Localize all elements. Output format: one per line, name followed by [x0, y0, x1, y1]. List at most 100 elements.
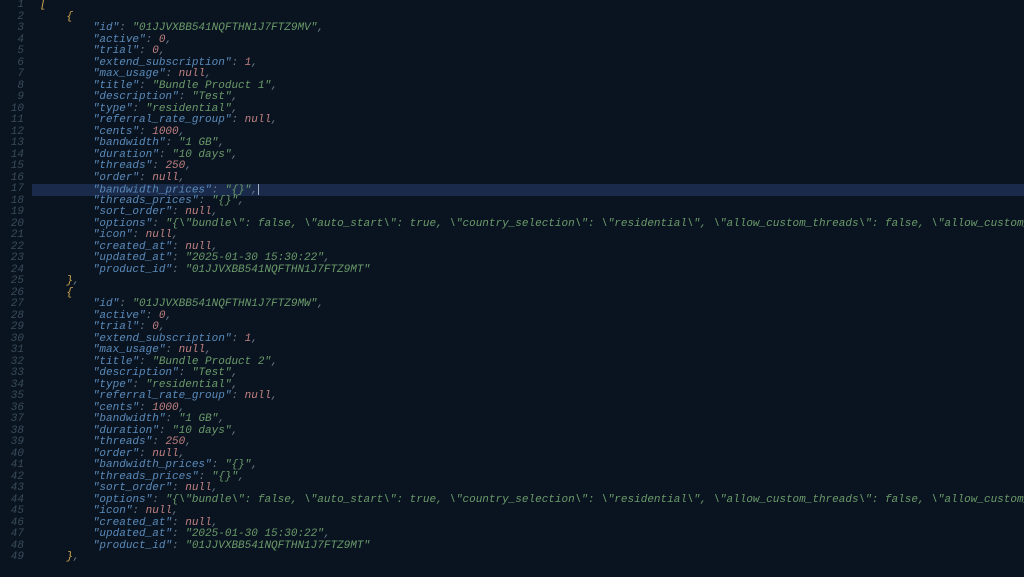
- line-number: 11: [0, 115, 24, 127]
- token-punct: :: [172, 206, 185, 218]
- token-key: "sort_order": [93, 206, 172, 218]
- token-punct: :: [198, 195, 211, 207]
- token-punct: :: [172, 264, 185, 276]
- token-key: "product_id": [93, 264, 172, 276]
- token-punct: :: [139, 321, 152, 333]
- code-line[interactable]: [: [32, 0, 1024, 12]
- code-line[interactable]: },: [32, 276, 1024, 288]
- code-line[interactable]: "product_id": "01JJVXBB541NQFTHN1J7FTZ9M…: [32, 541, 1024, 553]
- token-str: "{\"bundle\": false, \"auto_start\": tru…: [165, 218, 1024, 230]
- code-line[interactable]: "product_id": "01JJVXBB541NQFTHN1J7FTZ9M…: [32, 265, 1024, 277]
- token-num: 1000: [152, 126, 178, 138]
- token-punct: :: [179, 91, 192, 103]
- code-line[interactable]: },: [32, 552, 1024, 564]
- token-null: null: [185, 517, 211, 529]
- token-punct: :: [172, 241, 185, 253]
- token-key: "icon": [93, 229, 133, 241]
- code-content[interactable]: [ { "id": "01JJVXBB541NQFTHN1J7FTZ9MV", …: [32, 0, 1024, 577]
- token-key: "icon": [93, 505, 133, 517]
- token-punct: ,: [179, 402, 186, 414]
- token-punct: ,: [179, 126, 186, 138]
- token-punct: ,: [271, 114, 278, 126]
- token-key: "description": [93, 91, 179, 103]
- token-punct: :: [152, 160, 165, 172]
- token-punct: :: [152, 218, 165, 230]
- token-punct: :: [165, 344, 178, 356]
- token-punct: ,: [324, 528, 331, 540]
- token-key: "threads": [93, 160, 152, 172]
- token-null: null: [185, 482, 211, 494]
- token-str: "01JJVXBB541NQFTHN1J7FTZ9MT": [185, 540, 370, 552]
- token-str: "1 GB": [179, 137, 219, 149]
- token-str: "1 GB": [179, 413, 219, 425]
- line-number: 7: [0, 69, 24, 81]
- token-key: "trial": [93, 321, 139, 333]
- token-brace: {: [66, 11, 73, 23]
- code-line[interactable]: "id": "01JJVXBB541NQFTHN1J7FTZ9MW",: [32, 299, 1024, 311]
- token-punct: :: [132, 229, 145, 241]
- token-key: "bandwidth": [93, 413, 166, 425]
- token-punct: :: [139, 356, 152, 368]
- token-key: "max_usage": [93, 68, 166, 80]
- token-punct: ,: [212, 206, 219, 218]
- token-punct: :: [172, 482, 185, 494]
- token-punct: ,: [218, 137, 225, 149]
- code-line[interactable]: "active": 0,: [32, 35, 1024, 47]
- token-punct: :: [139, 172, 152, 184]
- token-punct: ,: [231, 425, 238, 437]
- line-number: 49: [0, 552, 24, 564]
- token-str: "10 days": [172, 425, 231, 437]
- token-null: null: [185, 206, 211, 218]
- code-line[interactable]: "active": 0,: [32, 311, 1024, 323]
- token-null: null: [185, 241, 211, 253]
- token-str: "2025-01-30 15:30:22": [185, 528, 324, 540]
- token-str: "01JJVXBB541NQFTHN1J7FTZ9MT": [185, 264, 370, 276]
- line-number: 3: [0, 23, 24, 35]
- token-str: "residential": [146, 379, 232, 391]
- token-punct: ,: [212, 241, 219, 253]
- line-number: 17: [0, 184, 24, 196]
- token-key: "title": [93, 356, 139, 368]
- token-punct: :: [132, 379, 145, 391]
- code-line[interactable]: "id": "01JJVXBB541NQFTHN1J7FTZ9MV",: [32, 23, 1024, 35]
- token-key: "threads": [93, 436, 152, 448]
- token-key: "product_id": [93, 540, 172, 552]
- token-key: "id": [93, 298, 119, 310]
- token-punct: ,: [212, 517, 219, 529]
- code-line[interactable]: "order": null,: [32, 173, 1024, 185]
- token-key: "referral_rate_group": [93, 114, 232, 126]
- token-punct: ,: [185, 160, 192, 172]
- line-number: 15: [0, 161, 24, 173]
- token-punct: :: [165, 137, 178, 149]
- token-key: "type": [93, 103, 133, 115]
- line-number: 23: [0, 253, 24, 265]
- token-str: "{}": [212, 195, 238, 207]
- token-punct: ,: [159, 321, 166, 333]
- token-punct: ,: [231, 379, 238, 391]
- line-number: 1: [0, 0, 24, 12]
- line-number: 35: [0, 391, 24, 403]
- code-line[interactable]: "options": "{\"bundle\": false, \"auto_s…: [32, 495, 1024, 507]
- token-null: null: [179, 344, 205, 356]
- token-key: "type": [93, 379, 133, 391]
- token-punct: ,: [73, 551, 80, 563]
- token-punct: ,: [231, 149, 238, 161]
- token-punct: ,: [271, 390, 278, 402]
- line-number: 9: [0, 92, 24, 104]
- token-null: null: [152, 172, 178, 184]
- token-punct: ,: [251, 459, 258, 471]
- line-number: 27: [0, 299, 24, 311]
- token-key: "extend_subscription": [93, 333, 232, 345]
- token-key: "extend_subscription": [93, 57, 232, 69]
- line-number: 39: [0, 437, 24, 449]
- token-key: "cents": [93, 402, 139, 414]
- code-editor[interactable]: 1234567891011121314151617181920212223242…: [0, 0, 1024, 577]
- token-punct: :: [139, 80, 152, 92]
- code-line[interactable]: "options": "{\"bundle\": false, \"auto_s…: [32, 219, 1024, 231]
- token-punct: :: [146, 310, 159, 322]
- token-str: "Bundle Product 1": [152, 80, 271, 92]
- token-key: "updated_at": [93, 528, 172, 540]
- token-punct: :: [179, 367, 192, 379]
- token-key: "created_at": [93, 241, 172, 253]
- token-key: "bandwidth_prices": [93, 459, 212, 471]
